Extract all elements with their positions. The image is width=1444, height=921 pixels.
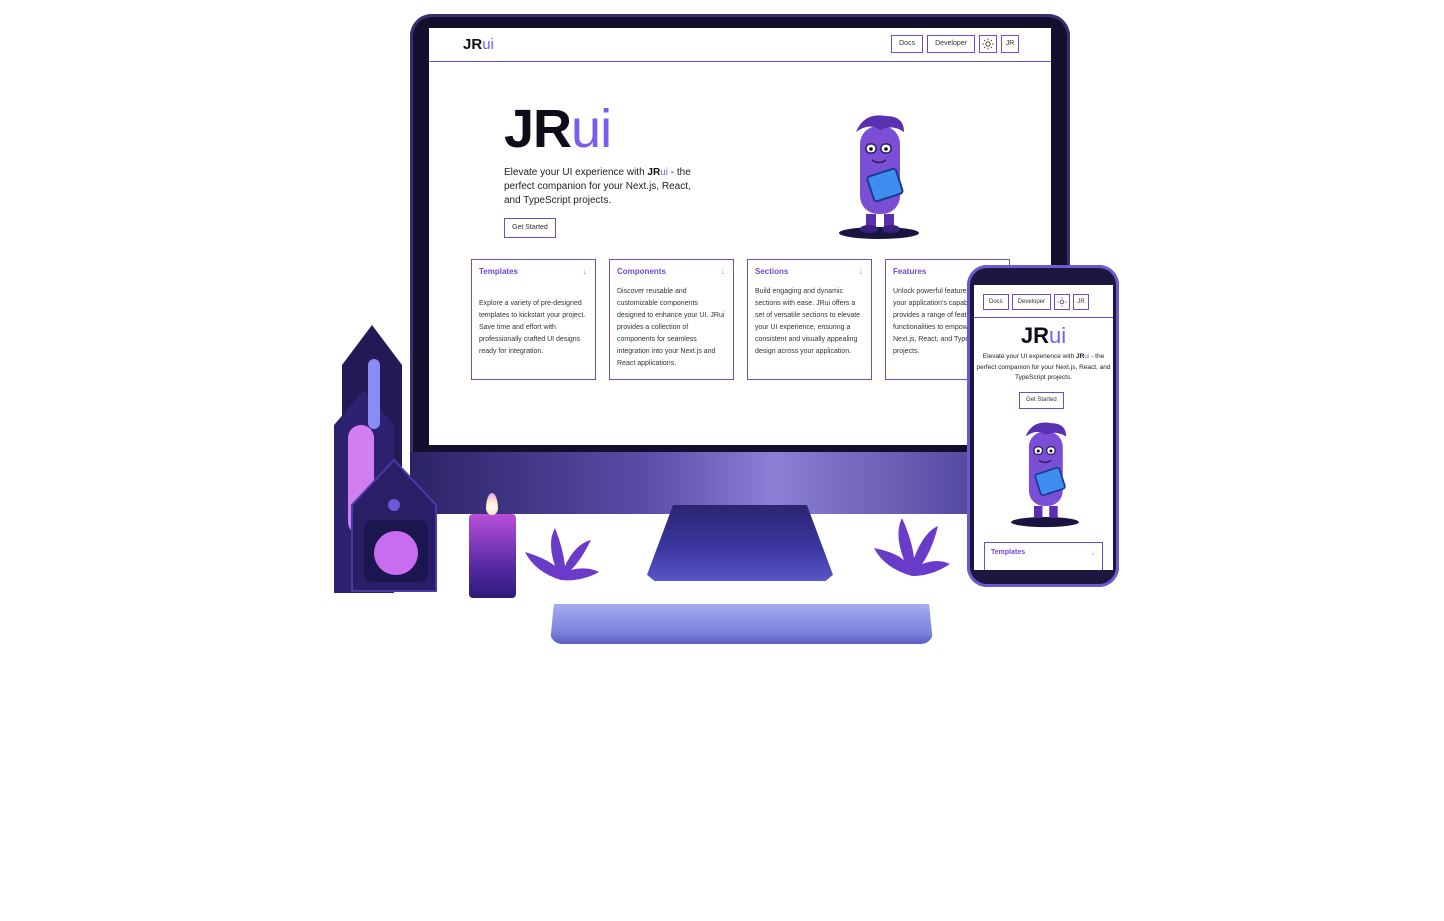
card-templates[interactable]: Templates ↓ Explore a variety of pre-des… <box>471 259 596 380</box>
hero-desc-brand-suffix: ui <box>660 167 668 178</box>
card-components[interactable]: Components ↓ Discover reusable and custo… <box>609 259 734 380</box>
hero-title: JRui <box>504 99 612 159</box>
mobile-title-suffix: ui <box>1049 323 1067 348</box>
mobile-desc-start: Elevate your UI experience with <box>982 353 1077 360</box>
mobile-navbar: Docs Developer JR <box>974 285 1113 318</box>
logo-prefix: JR <box>463 36 483 53</box>
mobile-developer-button[interactable]: Developer <box>1011 294 1052 310</box>
mobile-screen: Docs Developer JR JRui Elevate your UI e… <box>974 285 1113 570</box>
mobile-theme-toggle-button[interactable] <box>1054 294 1071 310</box>
card-title: Sections <box>755 267 789 276</box>
sun-icon <box>982 38 994 50</box>
logo-suffix: ui <box>482 36 494 53</box>
theme-toggle-button[interactable] <box>979 35 997 53</box>
mobile-hero-title: JRui <box>974 323 1113 349</box>
mobile-card-templates[interactable]: Templates ↓ <box>984 542 1103 570</box>
hero-description: Elevate your UI experience with JRui - t… <box>504 166 704 208</box>
arrow-down-icon: ↓ <box>720 266 726 276</box>
get-started-button[interactable]: Get Started <box>504 218 556 238</box>
hero-desc-start: Elevate your UI experience with <box>504 167 648 178</box>
card-text: Build engaging and dynamic sections with… <box>755 288 861 355</box>
card-sections[interactable]: Sections ↓ Build engaging and dynamic se… <box>747 259 872 380</box>
hero-desc-brand-prefix: JR <box>647 167 661 178</box>
keyboard-decoration <box>550 604 933 644</box>
mobile-mascot-illustration <box>1011 422 1079 528</box>
docs-button[interactable]: Docs <box>891 35 924 53</box>
arrow-down-icon: ↓ <box>858 266 864 276</box>
mobile-hero-description: Elevate your UI experience with JRui - t… <box>976 352 1111 384</box>
mascot-illustration <box>839 115 919 239</box>
card-title: Components <box>617 267 666 276</box>
mobile-get-started-button[interactable]: Get Started <box>1019 392 1064 409</box>
sun-icon <box>1057 297 1067 307</box>
avatar-button[interactable]: JR <box>1001 35 1019 53</box>
card-title: Templates <box>479 267 518 276</box>
candle-decoration <box>469 514 516 598</box>
mobile-card-title: Templates <box>991 549 1026 556</box>
desktop-navbar: JRui Docs Developer JR <box>429 28 1051 62</box>
monitor-stand <box>647 505 833 581</box>
mobile-docs-button[interactable]: Docs <box>983 294 1009 310</box>
hero-title-suffix: ui <box>571 99 612 159</box>
hero-title-prefix: JR <box>504 99 572 159</box>
mobile-title-prefix: JR <box>1020 323 1049 348</box>
card-text: Discover reusable and customizable compo… <box>617 288 725 367</box>
arrow-down-icon: ↓ <box>582 266 588 276</box>
mobile-avatar-button[interactable]: JR <box>1073 294 1090 310</box>
desktop-screen: JRui Docs Developer JR JRui Elevate your… <box>429 28 1051 445</box>
developer-button[interactable]: Developer <box>927 35 975 53</box>
card-text: Explore a variety of pre-designed templa… <box>479 300 586 355</box>
site-logo[interactable]: JRui <box>463 36 494 53</box>
arrow-down-icon: ↓ <box>1091 548 1095 557</box>
plant-left-decoration <box>525 528 599 581</box>
castle-lamp-decoration <box>334 325 437 593</box>
plant-right-decoration <box>874 518 950 576</box>
